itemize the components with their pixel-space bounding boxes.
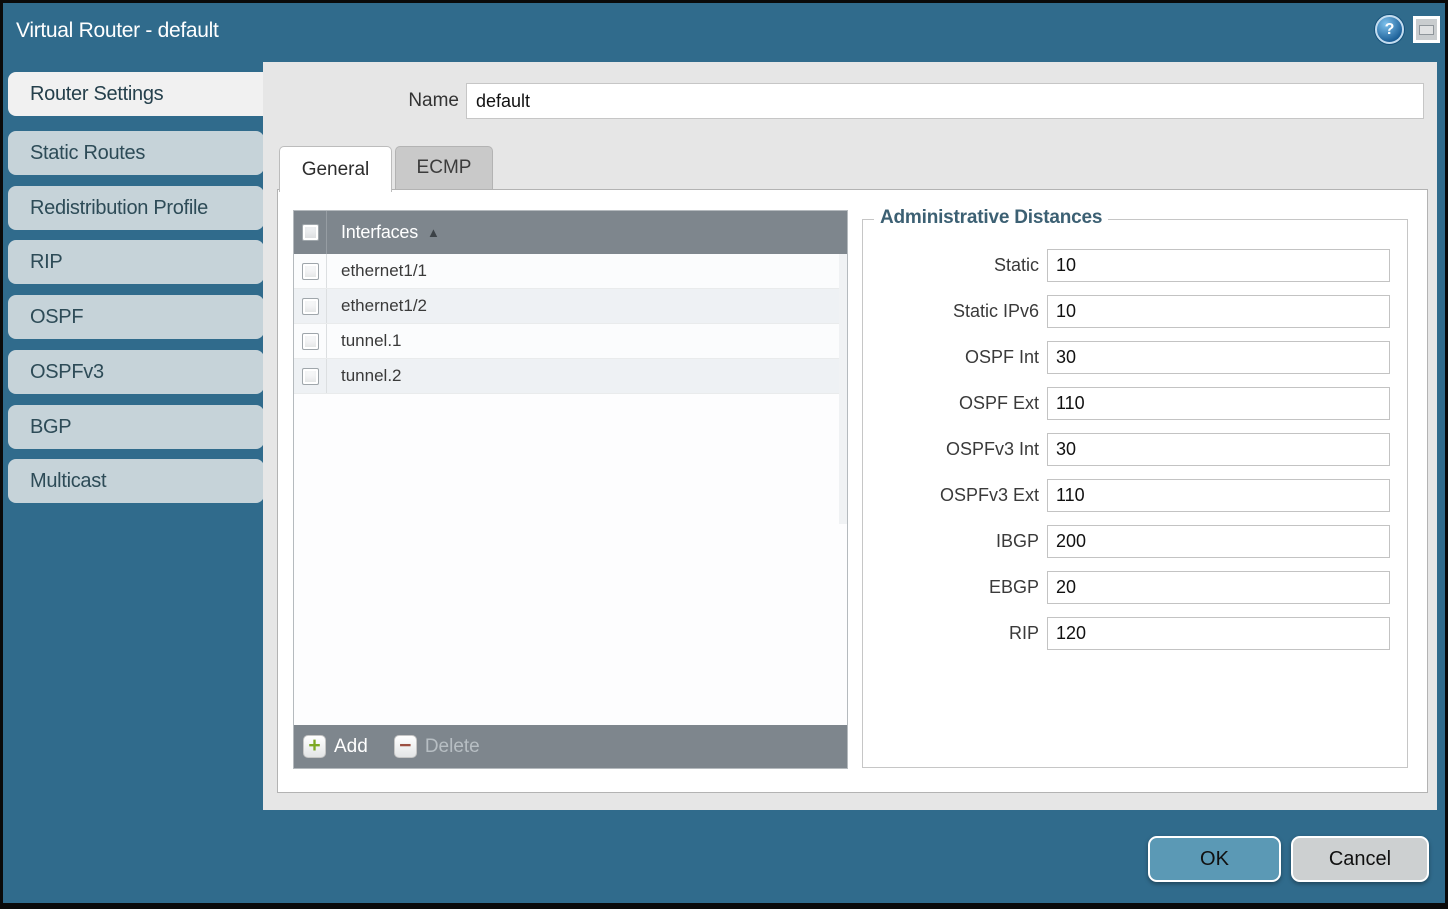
titlebar: Virtual Router - default ? [3,3,1445,62]
table-row[interactable]: tunnel.1 [294,324,847,359]
help-glyph: ? [1385,21,1395,39]
delete-button[interactable]: − Delete [394,735,480,758]
table-scrollbar[interactable] [839,254,847,524]
row-checkbox[interactable] [302,298,319,315]
field-row-ibgp: IBGP [863,525,1407,558]
field-label: OSPFv3 Int [863,439,1047,460]
field-row-static: Static [863,249,1407,282]
tab-ecmp[interactable]: ECMP [395,146,493,189]
field-row-ebgp: EBGP [863,571,1407,604]
interfaces-table-header[interactable]: Interfaces ▲ [294,211,847,254]
field-label: Static IPv6 [863,301,1047,322]
sidebar-item-ospfv3[interactable]: OSPFv3 [8,350,264,394]
interfaces-toolbar: + Add − Delete [294,725,847,768]
ok-button[interactable]: OK [1148,836,1281,882]
ebgp-distance-input[interactable] [1047,571,1390,604]
sidebar-item-ospf[interactable]: OSPF [8,295,264,339]
row-checkbox[interactable] [302,368,319,385]
sort-ascending-icon: ▲ [427,225,440,240]
field-row-ospfv3-ext: OSPFv3 Ext [863,479,1407,512]
help-icon[interactable]: ? [1375,15,1404,44]
minimize-icon[interactable] [1413,16,1440,43]
ibgp-distance-input[interactable] [1047,525,1390,558]
field-label: Static [863,255,1047,276]
sidebar-item-redistribution-profile[interactable]: Redistribution Profile [8,186,264,230]
virtual-router-dialog: Virtual Router - default ? Router Settin… [3,3,1445,903]
interface-name: ethernet1/2 [341,296,427,316]
dialog-title: Virtual Router - default [16,19,219,43]
add-label: Add [334,736,368,758]
rip-distance-input[interactable] [1047,617,1390,650]
field-row-ospf-ext: OSPF Ext [863,387,1407,420]
select-all-checkbox[interactable] [302,224,319,241]
add-plus-icon: + [303,735,326,758]
sidebar-item-router-settings[interactable]: Router Settings [8,72,266,116]
table-row[interactable]: ethernet1/2 [294,289,847,324]
field-row-static-ipv6: Static IPv6 [863,295,1407,328]
ospfv3-ext-distance-input[interactable] [1047,479,1390,512]
static-distance-input[interactable] [1047,249,1390,282]
sidebar-item-bgp[interactable]: BGP [8,405,264,449]
minimize-glyph [1419,25,1434,35]
field-label: RIP [863,623,1047,644]
row-checkbox[interactable] [302,333,319,350]
cancel-button[interactable]: Cancel [1291,836,1429,882]
administrative-distances-fieldset: Administrative Distances Static Static I… [862,219,1408,768]
tab-general[interactable]: General [279,146,392,192]
field-row-rip: RIP [863,617,1407,650]
interfaces-column-header: Interfaces [341,222,418,243]
delete-label: Delete [425,736,480,758]
field-label: EBGP [863,577,1047,598]
delete-minus-icon: − [394,735,417,758]
field-label: OSPFv3 Ext [863,485,1047,506]
add-button[interactable]: + Add [303,735,368,758]
ospf-int-distance-input[interactable] [1047,341,1390,374]
sidebar-item-static-routes[interactable]: Static Routes [8,131,264,175]
name-input[interactable] [466,83,1424,119]
field-label: IBGP [863,531,1047,552]
interface-name: tunnel.1 [341,331,402,351]
field-label: OSPF Ext [863,393,1047,414]
field-label: OSPF Int [863,347,1047,368]
table-row[interactable]: tunnel.2 [294,359,847,394]
row-checkbox[interactable] [302,263,319,280]
static-ipv6-distance-input[interactable] [1047,295,1390,328]
ospf-ext-distance-input[interactable] [1047,387,1390,420]
interfaces-rows: ethernet1/1 ethernet1/2 tunnel.1 tunnel.… [294,254,847,725]
fieldset-legend: Administrative Distances [874,207,1108,229]
ospfv3-int-distance-input[interactable] [1047,433,1390,466]
field-row-ospfv3-int: OSPFv3 Int [863,433,1407,466]
name-label: Name [306,90,459,112]
interfaces-table: Interfaces ▲ ethernet1/1 ethernet1/2 tun… [293,210,848,769]
table-row[interactable]: ethernet1/1 [294,254,847,289]
interface-name: ethernet1/1 [341,261,427,281]
field-row-ospf-int: OSPF Int [863,341,1407,374]
sidebar-item-multicast[interactable]: Multicast [8,459,264,503]
general-tab-panel: Interfaces ▲ ethernet1/1 ethernet1/2 tun… [277,189,1428,793]
interface-name: tunnel.2 [341,366,402,386]
sidebar-item-rip[interactable]: RIP [8,240,264,284]
